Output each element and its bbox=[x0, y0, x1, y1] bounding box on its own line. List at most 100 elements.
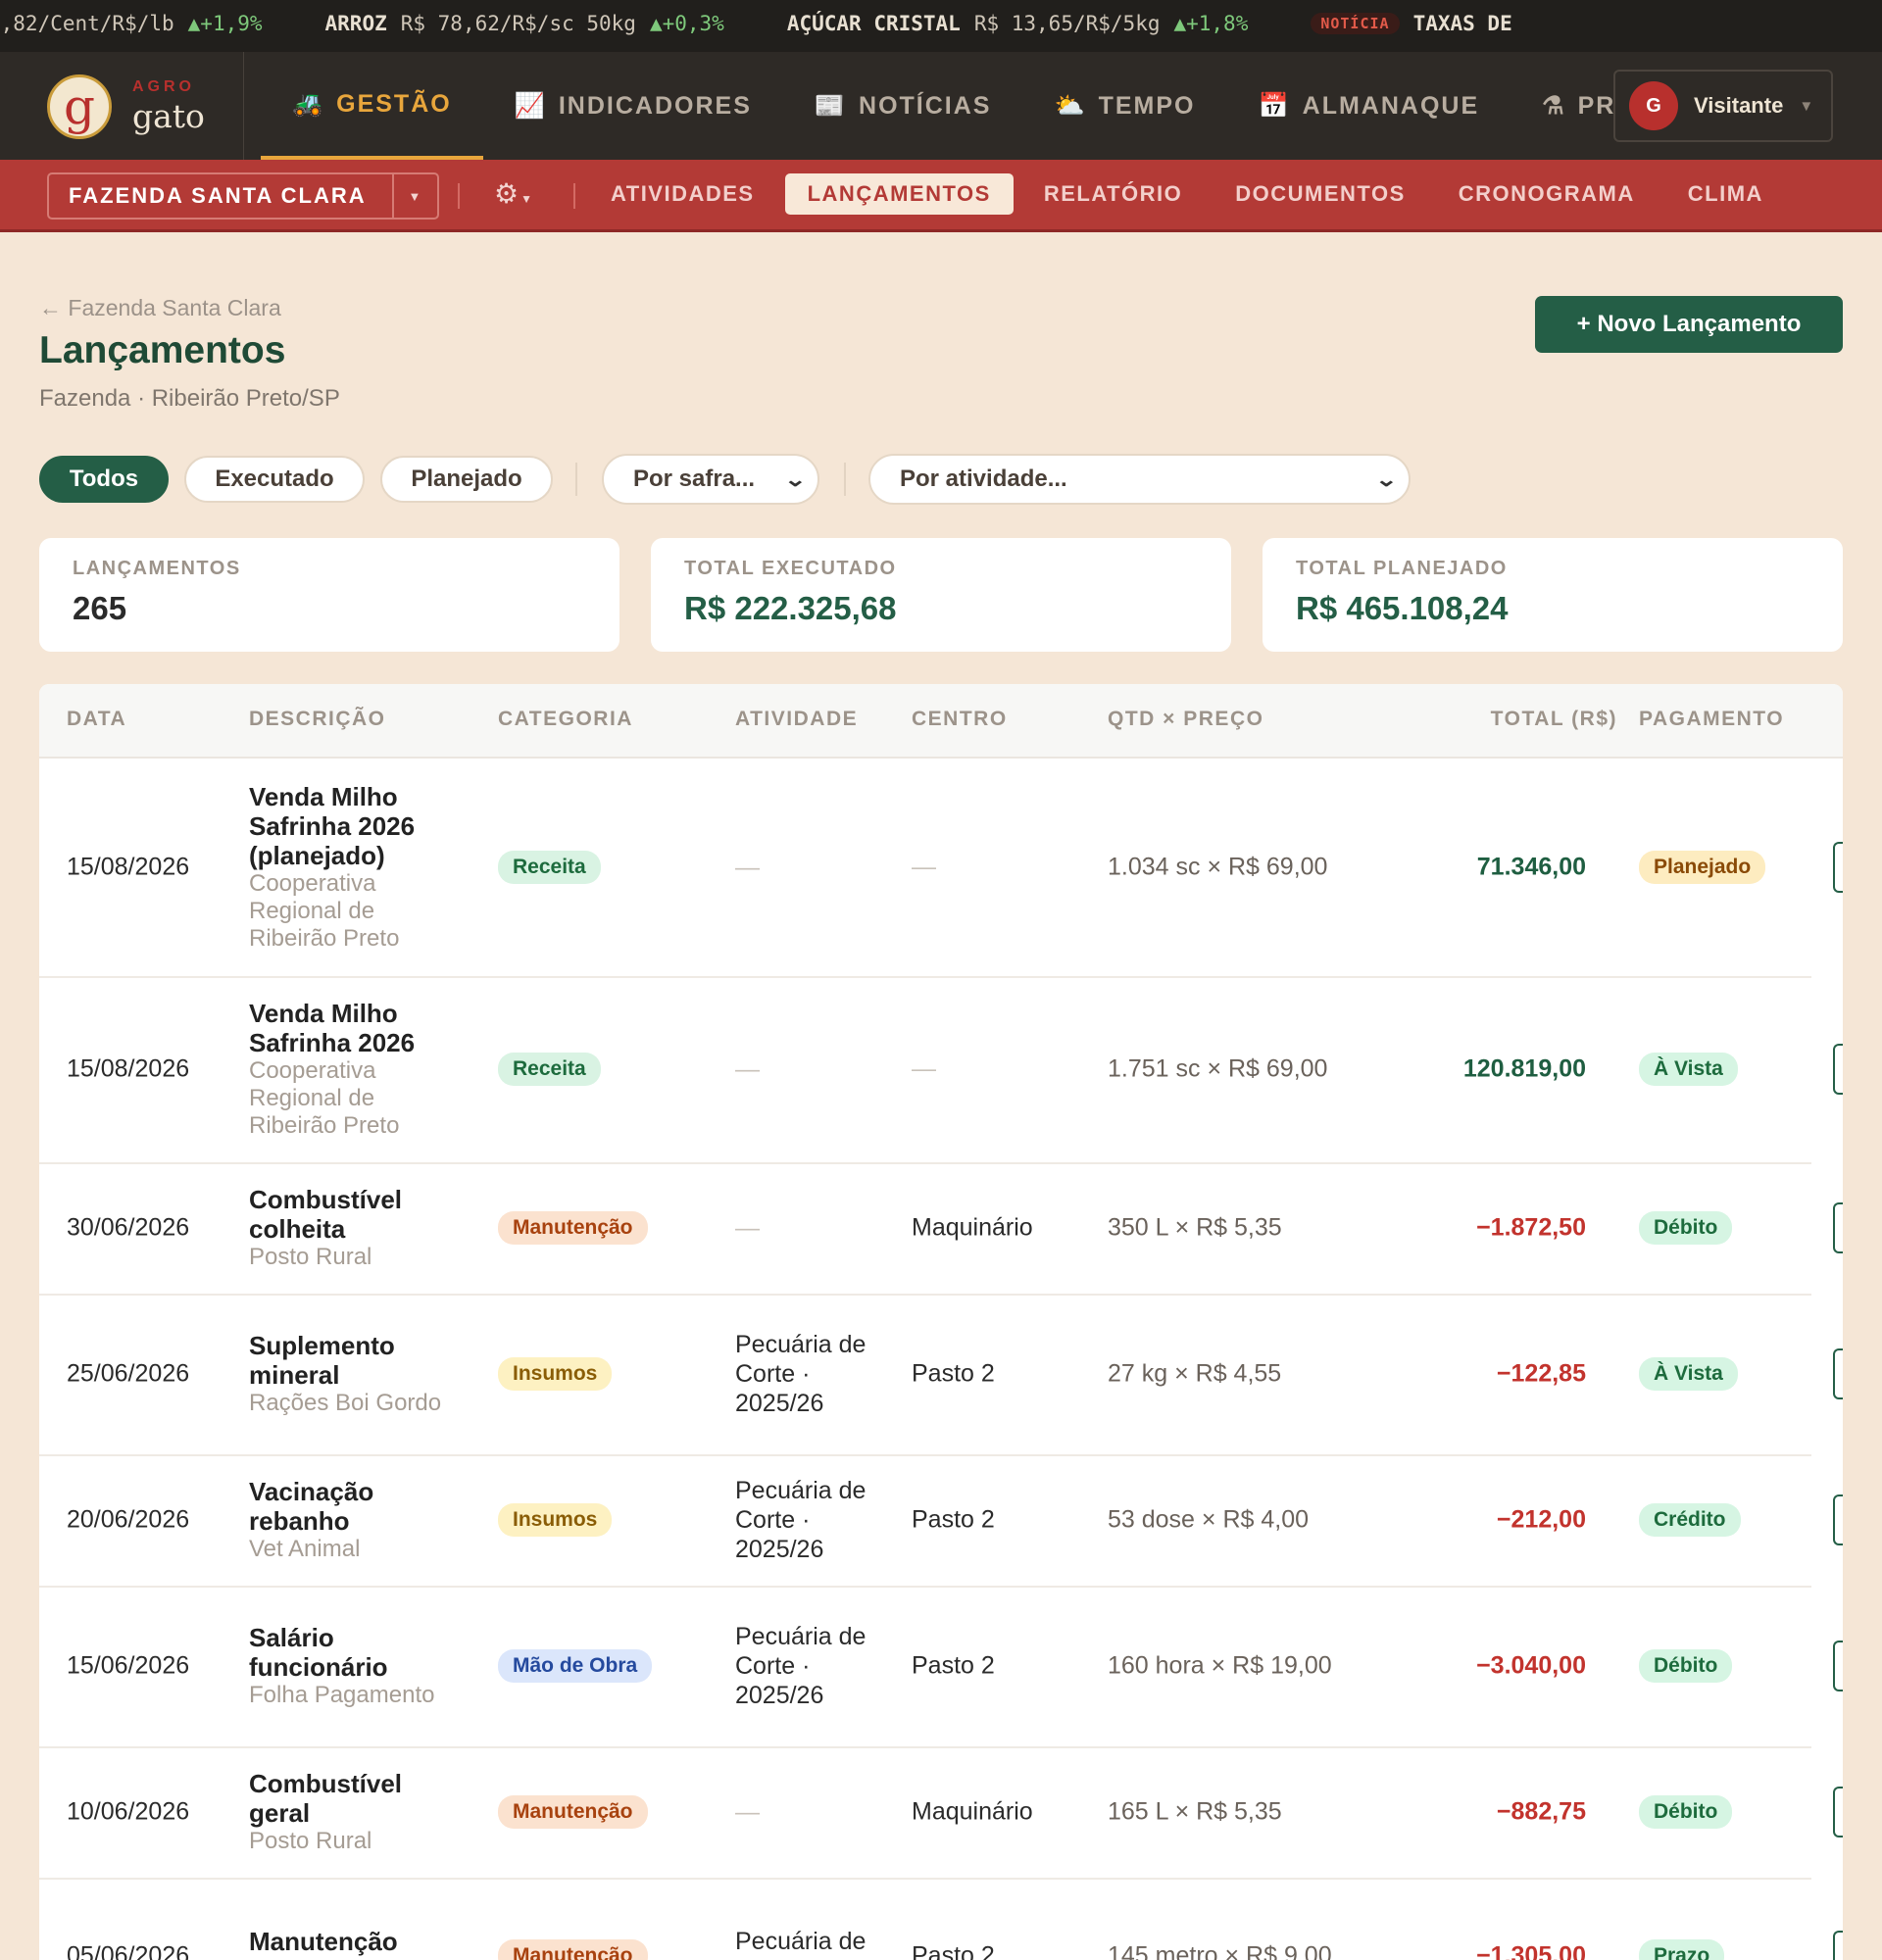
nav-item-label: PR bbox=[1577, 91, 1616, 120]
tab-cronograma[interactable]: CRONOGRAMA bbox=[1436, 173, 1658, 215]
row-action-button[interactable] bbox=[1833, 1931, 1843, 1960]
filter-planejado[interactable]: Planejado bbox=[380, 456, 553, 503]
entry-supplier: Rações Boi Gordo bbox=[249, 1390, 442, 1416]
entry-supplier: Cooperativa Regional de Ribeirão Preto bbox=[249, 1057, 400, 1139]
cell-center: Pasto 2 bbox=[912, 1651, 995, 1680]
column-header[interactable]: TOTAL (R$) bbox=[1491, 708, 1617, 731]
filter-todos[interactable]: Todos bbox=[39, 456, 169, 503]
cell-payment: À Vista bbox=[1639, 1053, 1738, 1086]
ticker-change: ▲+1,8% bbox=[1173, 12, 1249, 35]
table-row[interactable]: 15/08/2026 Venda Milho Safrinha 2026 (pla… bbox=[39, 759, 1811, 978]
cell-payment: À Vista bbox=[1639, 1357, 1738, 1391]
ticker-name: TAXAS DE bbox=[1412, 12, 1512, 35]
stat-value: R$ 465.108,24 bbox=[1296, 590, 1509, 626]
row-action-button[interactable] bbox=[1833, 1202, 1843, 1253]
row-action-button[interactable] bbox=[1833, 1787, 1843, 1838]
cell-category: Manutenção bbox=[498, 1795, 648, 1829]
column-header[interactable]: ATIVIDADE bbox=[735, 708, 858, 731]
cell-center: Maquinário bbox=[912, 1797, 1033, 1826]
table-row[interactable]: 25/06/2026 Suplemento mineral Rações Boi G… bbox=[39, 1294, 1811, 1456]
cell-total: 120.819,00 bbox=[1462, 1054, 1586, 1083]
cell-description: Venda Milho Safrinha 2026 (planejado) Coo… bbox=[249, 782, 465, 953]
row-action-button[interactable] bbox=[1833, 1044, 1843, 1095]
tab-relatorio[interactable]: RELATÓRIO bbox=[1021, 173, 1205, 215]
atividade-select[interactable]: Por atividade... ⌄ bbox=[868, 454, 1411, 505]
new-entry-button[interactable]: + Novo Lançamento bbox=[1535, 296, 1843, 353]
newspaper-icon: 📰 bbox=[814, 91, 848, 120]
column-header[interactable]: CENTRO bbox=[912, 708, 1008, 731]
chart-line-icon: 📈 bbox=[514, 91, 547, 120]
row-action-button[interactable] bbox=[1833, 1641, 1843, 1691]
table-row[interactable]: 20/06/2026 Vacinação rebanho Vet Animal Ins… bbox=[39, 1454, 1811, 1588]
nav-item-label: TEMPO bbox=[1098, 91, 1196, 120]
flask-icon: ⚗ bbox=[1542, 92, 1566, 120]
user-name: Visitante bbox=[1694, 93, 1784, 118]
cell-payment: Planejado bbox=[1639, 851, 1766, 884]
ticker-item[interactable]: NOTÍCIA TAXAS DE bbox=[1311, 12, 1525, 35]
column-header[interactable]: PAGAMENTO bbox=[1639, 708, 1784, 731]
cell-center: — bbox=[912, 1054, 936, 1083]
column-header[interactable]: DESCRIÇÃO bbox=[249, 708, 386, 731]
entry-supplier: Folha Pagamento bbox=[249, 1682, 435, 1708]
table-row[interactable]: 05/06/2026 Manutenção cercas Manutenção Pec… bbox=[39, 1878, 1811, 1960]
cell-category: Manutenção bbox=[498, 1211, 648, 1245]
tab-lancamentos[interactable]: LANÇAMENTOS bbox=[784, 173, 1014, 215]
divider bbox=[573, 183, 575, 209]
status-badge: Crédito bbox=[1639, 1503, 1741, 1537]
nav-item-label: INDICADORES bbox=[558, 91, 752, 120]
status-badge: À Vista bbox=[1639, 1357, 1738, 1391]
news-badge: NOTÍCIA bbox=[1311, 13, 1400, 34]
cell-center: Pasto 2 bbox=[912, 1359, 995, 1388]
safra-select-value: Por safra... bbox=[633, 466, 756, 492]
table-row[interactable]: 15/08/2026 Venda Milho Safrinha 2026 Coope… bbox=[39, 976, 1811, 1164]
nav-item-noticias[interactable]: 📰 NOTÍCIAS bbox=[783, 52, 1023, 160]
category-badge: Receita bbox=[498, 851, 601, 884]
chevron-down-icon: ⌄ bbox=[783, 469, 808, 491]
row-action-button[interactable] bbox=[1833, 1494, 1843, 1545]
entry-supplier: Vet Animal bbox=[249, 1536, 361, 1562]
nav-item-indicadores[interactable]: 📈 INDICADORES bbox=[483, 52, 783, 160]
entry-title: Vacinação rebanho bbox=[249, 1477, 374, 1536]
tab-atividades[interactable]: ATIVIDADES bbox=[588, 173, 777, 215]
column-header[interactable]: QTD × PREÇO bbox=[1108, 708, 1263, 731]
divider bbox=[458, 183, 460, 209]
farm-selector[interactable]: FAZENDA SANTA CLARA ▼ bbox=[47, 172, 439, 220]
entry-title: Manutenção cercas bbox=[249, 1927, 398, 1960]
table-row[interactable]: 15/06/2026 Salário funcionário Folha Pagam… bbox=[39, 1586, 1811, 1748]
cell-center: — bbox=[912, 853, 936, 881]
column-header[interactable]: DATA bbox=[67, 708, 126, 731]
stat-value: R$ 222.325,68 bbox=[684, 590, 897, 626]
cell-qty-price: 27 kg × R$ 4,55 bbox=[1108, 1359, 1282, 1388]
table-row[interactable]: 30/06/2026 Combustível colheita Posto Rura… bbox=[39, 1162, 1811, 1296]
row-action-button[interactable] bbox=[1833, 842, 1843, 893]
entry-title: Combustível geral bbox=[249, 1769, 403, 1828]
cell-qty-price: 350 L × R$ 5,35 bbox=[1108, 1213, 1282, 1242]
column-header[interactable]: CATEGORIA bbox=[498, 708, 633, 731]
cell-description: Vacinação rebanho Vet Animal bbox=[249, 1477, 465, 1563]
nav-item-gestao[interactable]: 🚜 GESTÃO bbox=[261, 52, 483, 160]
atividade-select-value: Por atividade... bbox=[900, 466, 1067, 492]
stat-label: TOTAL EXECUTADO bbox=[684, 558, 897, 579]
user-menu[interactable]: G Visitante ▼ bbox=[1613, 70, 1833, 142]
logo-icon[interactable]: g bbox=[47, 74, 112, 139]
tab-clima[interactable]: CLIMA bbox=[1665, 173, 1786, 215]
cell-total: −122,85 bbox=[1496, 1359, 1586, 1388]
row-action-button[interactable] bbox=[1833, 1348, 1843, 1399]
ticker-name: AÇÚCAR CRISTAL bbox=[786, 12, 961, 35]
entry-title: Venda Milho Safrinha 2026 (planejado) bbox=[249, 782, 416, 870]
status-badge: À Vista bbox=[1639, 1053, 1738, 1086]
safra-select[interactable]: Por safra... ⌄ bbox=[602, 454, 819, 505]
back-link[interactable]: ← Fazenda Santa Clara bbox=[39, 295, 281, 321]
ticker-value: R$ 78,62/R$/sc 50kg bbox=[400, 12, 636, 35]
filter-executado[interactable]: Executado bbox=[184, 456, 365, 503]
ticker-item: 4,82/Cent/R$/lb ▲+1,9% bbox=[0, 12, 263, 35]
nav-item-tempo[interactable]: ⛅ TEMPO bbox=[1022, 52, 1226, 160]
brand-name[interactable]: gato bbox=[132, 97, 205, 135]
caret-down-icon[interactable]: ▼ bbox=[391, 174, 437, 218]
tab-documentos[interactable]: DOCUMENTOS bbox=[1213, 173, 1428, 215]
nav-item-almanaque[interactable]: 📅 ALMANAQUE bbox=[1227, 52, 1511, 160]
gear-icon[interactable]: ⚙ ▼ bbox=[494, 177, 532, 210]
cell-date: 15/08/2026 bbox=[67, 1054, 190, 1083]
cell-qty-price: 160 hora × R$ 19,00 bbox=[1108, 1651, 1332, 1680]
table-row[interactable]: 10/06/2026 Combustível geral Posto Rural Ma… bbox=[39, 1746, 1811, 1880]
